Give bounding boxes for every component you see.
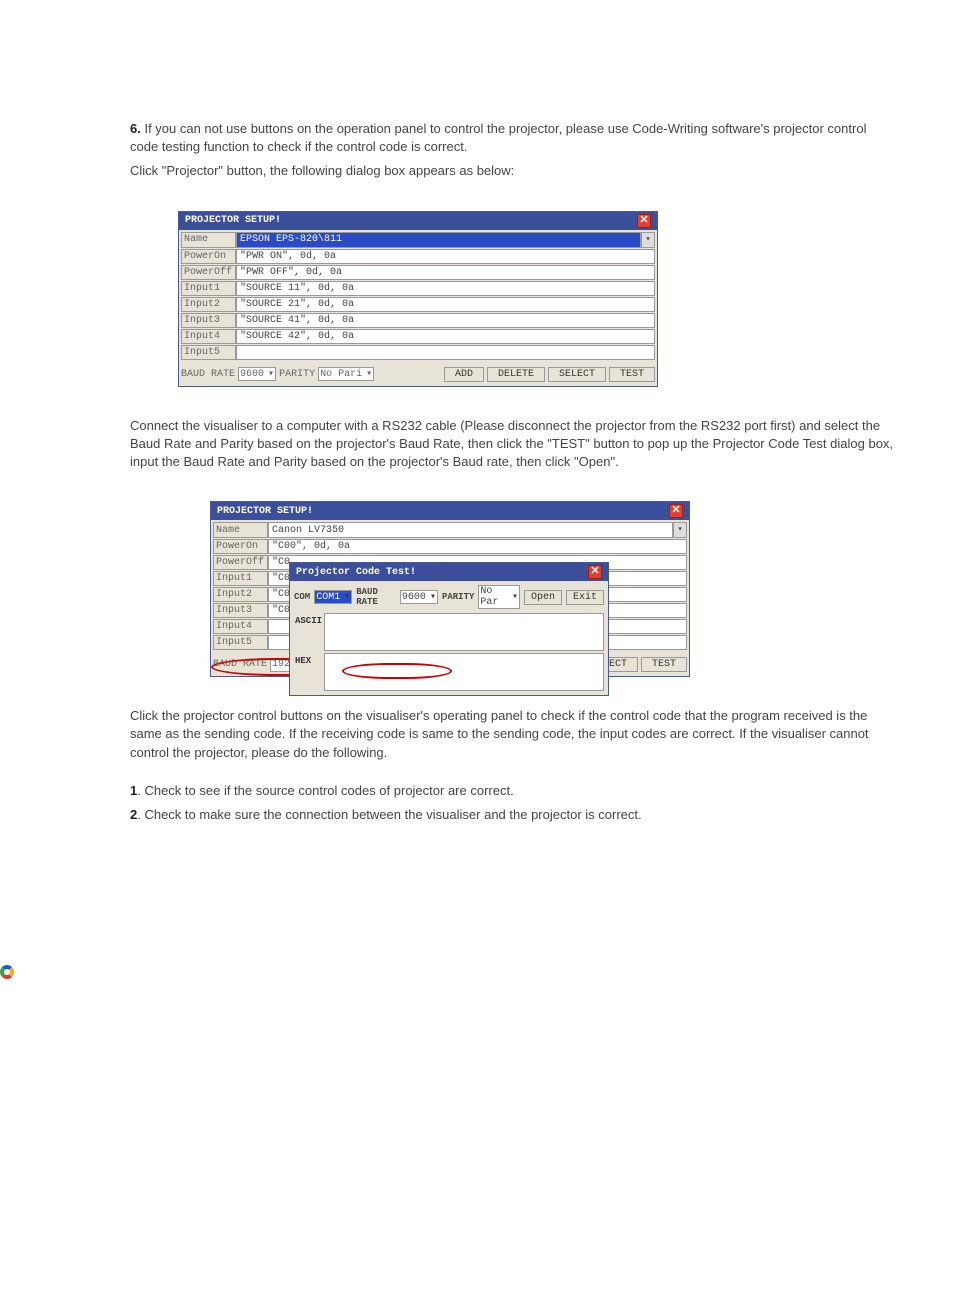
field-label: Input1 [213, 571, 268, 586]
field-row: Input4"SOURCE 42", 0d, 0a [181, 329, 655, 344]
baud-rate-select[interactable]: 9600▾ [400, 590, 438, 604]
close-icon[interactable]: ✕ [637, 214, 651, 228]
field-row: Input5 [181, 345, 655, 360]
dropdown-arrow-icon[interactable]: ▾ [673, 522, 687, 538]
field-label: Input4 [213, 619, 268, 634]
field-input[interactable]: "SOURCE 21", 0d, 0a [236, 297, 655, 312]
dialog1-footer: BAUD RATE 9600▾ PARITY No Pari▾ ADD DELE… [179, 363, 657, 386]
field-label: Name [213, 522, 268, 538]
baud-rate-select[interactable]: 9600▾ [238, 367, 276, 381]
close-icon[interactable]: ✕ [669, 504, 683, 518]
delete-button[interactable]: DELETE [487, 367, 545, 382]
connect-paragraph: Connect the visualiser to a computer wit… [130, 417, 894, 472]
field-input[interactable]: "SOURCE 41", 0d, 0a [236, 313, 655, 328]
field-label: PowerOn [213, 539, 268, 554]
projector-setup-dialog-1: PROJECTOR SETUP! ✕ NameEPSON EPS-820\811… [178, 211, 658, 387]
hex-textbox[interactable]: HEX [324, 653, 604, 691]
parity-label: PARITY [279, 369, 315, 380]
field-label: Input2 [213, 587, 268, 602]
field-input[interactable]: "C00", 0d, 0a [268, 539, 687, 554]
click-instruction: Click "Projector" button, the following … [130, 162, 894, 180]
titlebar: Projector Code Test! ✕ [290, 563, 608, 581]
test-button[interactable]: TEST [641, 657, 687, 672]
dialog-title: PROJECTOR SETUP! [217, 506, 313, 517]
com-label: COM [294, 592, 310, 602]
add-button[interactable]: ADD [444, 367, 484, 382]
parity-select[interactable]: No Par▾ [478, 585, 520, 609]
field-label: Input5 [213, 635, 268, 650]
field-label: Input3 [181, 313, 236, 328]
field-row: NameCanon LV7350▾ [213, 522, 687, 538]
field-row: NameEPSON EPS-820\811▾ [181, 232, 655, 248]
open-button[interactable]: Open [524, 590, 562, 605]
field-label: PowerOff [181, 265, 236, 280]
baud-rate-label: BAUD RATE [181, 369, 235, 380]
field-row: PowerOn"PWR ON", 0d, 0a [181, 249, 655, 264]
step-number: 6. [130, 121, 141, 136]
baud-rate-label: BAUD RATE [213, 659, 267, 670]
field-input[interactable] [236, 345, 655, 360]
field-label: Name [181, 232, 236, 248]
projector-setup-dialog-2: PROJECTOR SETUP! ✕ NameCanon LV7350▾Powe… [210, 501, 690, 677]
field-input[interactable]: "SOURCE 42", 0d, 0a [236, 329, 655, 344]
intro-paragraph: 6. If you can not use buttons on the ope… [130, 120, 894, 156]
field-row: PowerOff"PWR OFF", 0d, 0a [181, 265, 655, 280]
parity-label: PARITY [442, 592, 474, 602]
field-row: Input1"SOURCE 11", 0d, 0a [181, 281, 655, 296]
dropdown-arrow-icon[interactable]: ▾ [641, 232, 655, 248]
field-label: Input1 [181, 281, 236, 296]
select-button[interactable]: SELECT [548, 367, 606, 382]
test-button[interactable]: TEST [609, 367, 655, 382]
com-select[interactable]: COM1▾ [314, 590, 352, 604]
projector-code-test-dialog: Projector Code Test! ✕ COM COM1▾ BAUD RA… [289, 562, 609, 696]
field-row: Input3"SOURCE 41", 0d, 0a [181, 313, 655, 328]
field-input[interactable]: Canon LV7350 [268, 522, 673, 538]
field-row: Input2"SOURCE 21", 0d, 0a [181, 297, 655, 312]
field-label: Input2 [181, 297, 236, 312]
field-input[interactable]: "SOURCE 11", 0d, 0a [236, 281, 655, 296]
check-item-2: 2. Check to make sure the connection bet… [130, 806, 894, 824]
field-label: PowerOff [213, 555, 268, 570]
check-paragraph: Click the projector control buttons on t… [130, 707, 894, 762]
close-icon[interactable]: ✕ [588, 565, 602, 579]
baud-rate-label: BAUD RATE [356, 587, 396, 607]
parity-select[interactable]: No Pari▾ [318, 367, 374, 381]
field-label: Input5 [181, 345, 236, 360]
dialog-title: Projector Code Test! [296, 567, 416, 578]
field-input[interactable]: EPSON EPS-820\811 [236, 232, 641, 248]
logo-fragment [0, 965, 14, 979]
ascii-textbox[interactable]: ASCII [324, 613, 604, 651]
field-input[interactable]: "PWR OFF", 0d, 0a [236, 265, 655, 280]
field-label: PowerOn [181, 249, 236, 264]
field-input[interactable]: "PWR ON", 0d, 0a [236, 249, 655, 264]
check-item-1: 1. Check to see if the source control co… [130, 782, 894, 800]
titlebar: PROJECTOR SETUP! ✕ [179, 212, 657, 230]
field-label: Input4 [181, 329, 236, 344]
field-row: PowerOn"C00", 0d, 0a [213, 539, 687, 554]
field-label: Input3 [213, 603, 268, 618]
dialog-title: PROJECTOR SETUP! [185, 215, 281, 226]
exit-button[interactable]: Exit [566, 590, 604, 605]
titlebar: PROJECTOR SETUP! ✕ [211, 502, 689, 520]
